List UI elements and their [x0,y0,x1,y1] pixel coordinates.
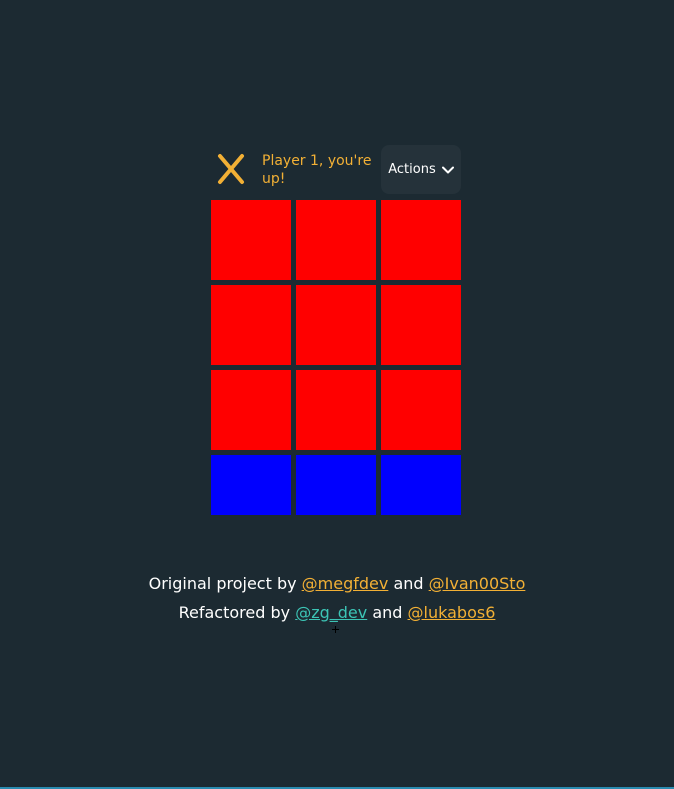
board-cell-4-1[interactable] [211,455,291,515]
ivan00sto-link[interactable]: @Ivan00Sto [429,574,526,593]
board-cell-4-3[interactable] [381,455,461,515]
board-cell-3-1[interactable] [211,370,291,450]
board-cell-1-1[interactable] [211,200,291,280]
actions-dropdown-button[interactable]: Actions [381,145,461,194]
credits-footer: Original project by @megfdev and @Ivan00… [0,572,674,630]
credits-original-line: Original project by @megfdev and @Ivan00… [0,572,674,601]
chevron-down-icon [441,166,454,173]
credits-original-prefix: Original project by [148,574,297,593]
board-cell-4-2[interactable] [296,455,376,515]
board-cell-1-3[interactable] [381,200,461,280]
credits-and-text: and [372,603,403,622]
board-cell-1-2[interactable] [296,200,376,280]
x-icon [218,154,244,184]
board-cell-2-1[interactable] [211,285,291,365]
zg-dev-link[interactable]: @zg_dev [295,603,367,622]
game-header: Player 1, you're up! Actions [211,145,461,200]
megfdev-link[interactable]: @megfdev [302,574,389,593]
turn-indicator-text: Player 1, you're up! [262,153,372,187]
credits-and-text: and [393,574,424,593]
board-cell-2-3[interactable] [381,285,461,365]
board-cell-3-3[interactable] [381,370,461,450]
mouse-cursor-icon [332,626,339,633]
lukabos6-link[interactable]: @lukabos6 [408,603,496,622]
game-board [211,200,461,515]
board-cell-2-2[interactable] [296,285,376,365]
actions-button-label: Actions [388,162,436,177]
game-container: Player 1, you're up! Actions [211,145,461,515]
credits-refactor-prefix: Refactored by [178,603,291,622]
board-cell-3-2[interactable] [296,370,376,450]
